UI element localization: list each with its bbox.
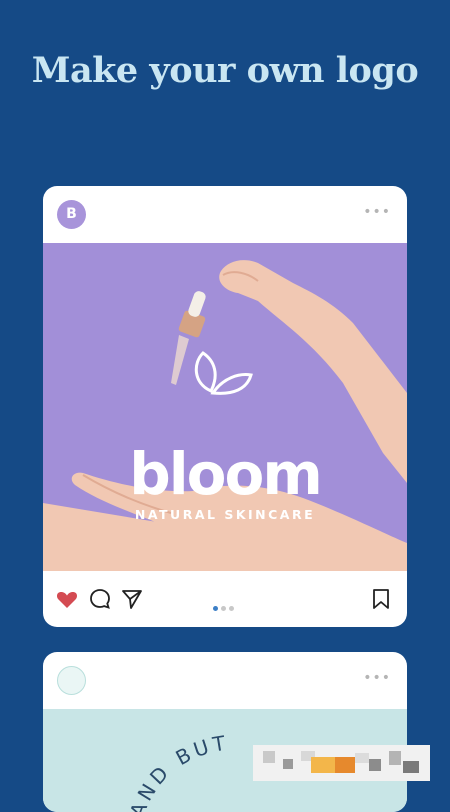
avatar[interactable]	[57, 666, 86, 695]
comment-icon[interactable]	[88, 587, 112, 611]
pixelated-overlay	[253, 745, 430, 781]
more-options-icon[interactable]: •••	[363, 670, 391, 686]
headline: Make your own logo	[31, 50, 419, 91]
post-card-second: ••• AND BUT	[43, 652, 407, 812]
carousel-dot	[229, 606, 234, 611]
avatar[interactable]: B	[57, 200, 86, 229]
post-image: bloom NATURAL SKINCARE	[43, 243, 407, 571]
carousel-indicator	[213, 596, 237, 615]
curved-text: AND BUT	[125, 730, 227, 812]
post-header: B •••	[43, 186, 407, 243]
post-header: •••	[43, 652, 407, 709]
svg-text:AND BUT: AND BUT	[125, 730, 231, 812]
carousel-dot	[221, 606, 226, 611]
bookmark-icon[interactable]	[369, 587, 393, 611]
brand-tagline: NATURAL SKINCARE	[134, 507, 316, 522]
share-icon[interactable]	[120, 587, 144, 611]
post-card-bloom: B ••• bloom NATURAL SKINCARE	[43, 186, 407, 627]
brand-name: bloom	[129, 440, 323, 508]
more-options-icon[interactable]: •••	[363, 204, 391, 220]
carousel-dot-active	[213, 606, 218, 611]
post-actions	[43, 571, 407, 627]
heart-icon[interactable]	[55, 587, 79, 611]
